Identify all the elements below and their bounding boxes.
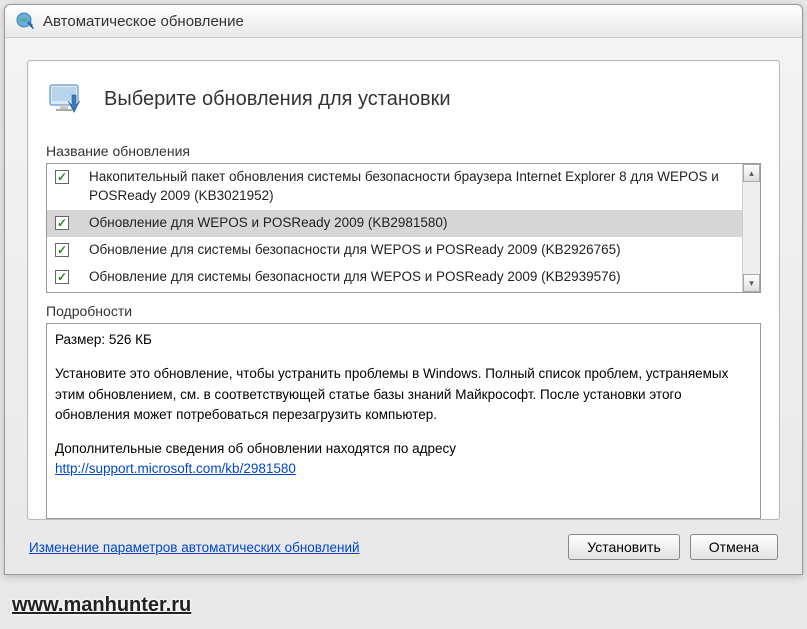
update-globe-icon [15, 11, 35, 31]
footer-row: Изменение параметров автоматических обно… [5, 520, 802, 574]
watermark-text: www.manhunter.ru [12, 594, 191, 617]
update-checkbox[interactable] [55, 170, 69, 184]
updates-listbox: Накопительный пакет обновления системы б… [46, 163, 761, 293]
details-label: Подробности [46, 303, 761, 319]
scroll-track[interactable] [743, 182, 760, 274]
content-area: Выберите обновления для установки Назван… [5, 38, 802, 520]
update-title: Обновление для системы безопасности для … [89, 241, 734, 260]
details-size: Размер: 526 КБ [55, 330, 752, 350]
change-settings-link[interactable]: Изменение параметров автоматических обно… [29, 540, 360, 555]
details-kb-link[interactable]: http://support.microsoft.com/kb/2981580 [55, 461, 296, 476]
updates-list-label: Название обновления [46, 143, 761, 159]
update-title: Обновление для системы безопасности для … [89, 268, 734, 287]
update-checkbox[interactable] [55, 270, 69, 284]
update-title: Обновление для WEPOS и POSReady 2009 (KB… [89, 214, 734, 233]
titlebar[interactable]: Автоматическое обновление [5, 5, 802, 38]
cancel-button[interactable]: Отмена [690, 534, 778, 560]
update-dialog-window: Автоматическое обновление Выберите обнов… [4, 4, 803, 575]
details-description: Установите это обновление, чтобы устрани… [55, 364, 752, 425]
window-title: Автоматическое обновление [43, 13, 244, 30]
update-row[interactable]: Накопительный пакет обновления системы б… [47, 164, 742, 210]
updates-list[interactable]: Накопительный пакет обновления системы б… [47, 164, 742, 292]
inner-panel: Выберите обновления для установки Назван… [27, 60, 780, 520]
scrollbar[interactable]: ▴ ▾ [742, 164, 760, 292]
page-title: Выберите обновления для установки [104, 88, 451, 111]
update-checkbox[interactable] [55, 216, 69, 230]
update-row[interactable]: Обновление для системы безопасности для … [47, 237, 742, 264]
update-checkbox[interactable] [55, 243, 69, 257]
download-monitor-icon [46, 79, 86, 119]
header-row: Выберите обновления для установки [46, 79, 761, 119]
update-title: Накопительный пакет обновления системы б… [89, 168, 734, 206]
install-button[interactable]: Установить [568, 534, 679, 560]
scroll-up-button[interactable]: ▴ [743, 164, 760, 182]
details-moreinfo: Дополнительные сведения об обновлении на… [55, 441, 456, 456]
update-row[interactable]: Обновление для системы безопасности для … [47, 264, 742, 291]
details-box: Размер: 526 КБ Установите это обновление… [46, 323, 761, 519]
update-row[interactable]: Обновление для WEPOS и POSReady 2009 (KB… [47, 210, 742, 237]
scroll-down-button[interactable]: ▾ [743, 274, 760, 292]
